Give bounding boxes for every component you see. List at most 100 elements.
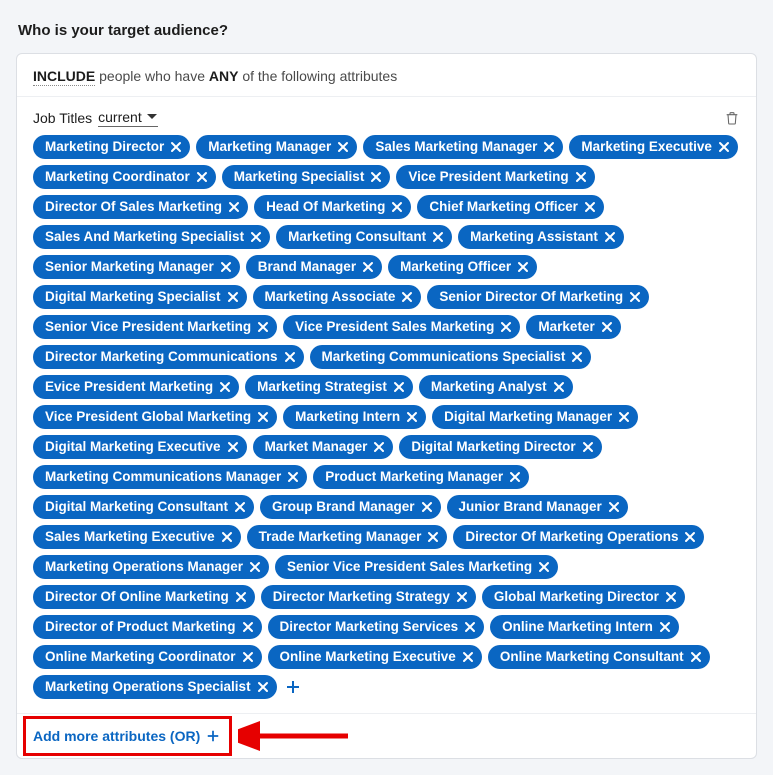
chip[interactable]: Brand Manager	[246, 255, 382, 279]
chip[interactable]: Marketing Consultant	[276, 225, 452, 249]
chip-remove-button[interactable]	[456, 591, 468, 603]
chip[interactable]: Director Of Sales Marketing	[33, 195, 248, 219]
chip-remove-button[interactable]	[227, 291, 239, 303]
chip-remove-button[interactable]	[718, 141, 730, 153]
chip-remove-button[interactable]	[604, 231, 616, 243]
chip-remove-button[interactable]	[228, 201, 240, 213]
chip[interactable]: Online Marketing Coordinator	[33, 645, 262, 669]
chip-remove-button[interactable]	[517, 261, 529, 273]
chip[interactable]: Director Marketing Strategy	[261, 585, 476, 609]
chip[interactable]: Junior Brand Manager	[447, 495, 628, 519]
chip-remove-button[interactable]	[287, 471, 299, 483]
chip[interactable]: Digital Marketing Executive	[33, 435, 247, 459]
chip-remove-button[interactable]	[196, 171, 208, 183]
chip[interactable]: Marketing Intern	[283, 405, 426, 429]
chip[interactable]: Senior Vice President Sales Marketing	[275, 555, 558, 579]
chip[interactable]: Vice President Sales Marketing	[283, 315, 520, 339]
chip[interactable]: Director Marketing Services	[268, 615, 485, 639]
chip[interactable]: Marketing Executive	[569, 135, 738, 159]
chip-remove-button[interactable]	[257, 411, 269, 423]
scope-dropdown[interactable]: current	[98, 109, 158, 127]
chip-remove-button[interactable]	[462, 651, 474, 663]
chip[interactable]: Digital Marketing Specialist	[33, 285, 247, 309]
chip[interactable]: Digital Marketing Consultant	[33, 495, 254, 519]
chip[interactable]: Market Manager	[253, 435, 394, 459]
chip-remove-button[interactable]	[391, 201, 403, 213]
chip[interactable]: Chief Marketing Officer	[417, 195, 604, 219]
chip[interactable]: Sales Marketing Manager	[363, 135, 563, 159]
chip-remove-button[interactable]	[432, 231, 444, 243]
chip[interactable]: Vice President Global Marketing	[33, 405, 277, 429]
chip[interactable]: Sales And Marketing Specialist	[33, 225, 270, 249]
chip-remove-button[interactable]	[582, 441, 594, 453]
chip-remove-button[interactable]	[464, 621, 476, 633]
chip-remove-button[interactable]	[257, 321, 269, 333]
chip[interactable]: Digital Marketing Director	[399, 435, 601, 459]
chip-remove-button[interactable]	[337, 141, 349, 153]
chip-remove-button[interactable]	[500, 321, 512, 333]
delete-criteria-button[interactable]	[724, 110, 740, 126]
chip-remove-button[interactable]	[219, 381, 231, 393]
chip-remove-button[interactable]	[373, 441, 385, 453]
chip-remove-button[interactable]	[221, 531, 233, 543]
chip[interactable]: Marketing Operations Specialist	[33, 675, 277, 699]
chip[interactable]: Digital Marketing Manager	[432, 405, 638, 429]
chip-remove-button[interactable]	[584, 201, 596, 213]
add-attributes-button[interactable]: Add more attributes (OR)	[33, 728, 220, 744]
chip-remove-button[interactable]	[608, 501, 620, 513]
chip[interactable]: Marketing Specialist	[222, 165, 391, 189]
chip-remove-button[interactable]	[575, 171, 587, 183]
chip[interactable]: Online Marketing Intern	[490, 615, 679, 639]
chip[interactable]: Director Marketing Communications	[33, 345, 304, 369]
chip-remove-button[interactable]	[234, 501, 246, 513]
chip[interactable]: Senior Vice President Marketing	[33, 315, 277, 339]
chip-remove-button[interactable]	[601, 321, 613, 333]
chip[interactable]: Online Marketing Executive	[268, 645, 482, 669]
chip-remove-button[interactable]	[629, 291, 641, 303]
chip-remove-button[interactable]	[249, 561, 261, 573]
chip-remove-button[interactable]	[284, 351, 296, 363]
chip-remove-button[interactable]	[227, 441, 239, 453]
chip[interactable]: Group Brand Manager	[260, 495, 441, 519]
chip[interactable]: Online Marketing Consultant	[488, 645, 710, 669]
chip[interactable]: Marketing Coordinator	[33, 165, 216, 189]
chip-remove-button[interactable]	[690, 651, 702, 663]
chip-remove-button[interactable]	[170, 141, 182, 153]
chip-remove-button[interactable]	[553, 381, 565, 393]
chip[interactable]: Senior Marketing Manager	[33, 255, 240, 279]
chip-remove-button[interactable]	[543, 141, 555, 153]
add-chip-button[interactable]	[283, 677, 303, 697]
chip[interactable]: Marketing Manager	[196, 135, 357, 159]
chip-remove-button[interactable]	[571, 351, 583, 363]
chip-remove-button[interactable]	[362, 261, 374, 273]
chip[interactable]: Marketing Strategist	[245, 375, 413, 399]
chip-remove-button[interactable]	[220, 261, 232, 273]
chip-remove-button[interactable]	[235, 591, 247, 603]
chip[interactable]: Marketer	[526, 315, 620, 339]
chip[interactable]: Marketing Analyst	[419, 375, 573, 399]
chip[interactable]: Director of Product Marketing	[33, 615, 262, 639]
chip[interactable]: Marketing Communications Specialist	[310, 345, 592, 369]
chip[interactable]: Global Marketing Director	[482, 585, 685, 609]
chip-remove-button[interactable]	[257, 681, 269, 693]
chip[interactable]: Marketing Officer	[388, 255, 537, 279]
chip[interactable]: Marketing Director	[33, 135, 190, 159]
chip-remove-button[interactable]	[401, 291, 413, 303]
chip-remove-button[interactable]	[538, 561, 550, 573]
chip[interactable]: Senior Director Of Marketing	[427, 285, 649, 309]
chip-remove-button[interactable]	[659, 621, 671, 633]
chip[interactable]: Head Of Marketing	[254, 195, 411, 219]
chip-remove-button[interactable]	[684, 531, 696, 543]
chip-remove-button[interactable]	[618, 411, 630, 423]
chip-remove-button[interactable]	[242, 651, 254, 663]
chip-remove-button[interactable]	[509, 471, 521, 483]
chip[interactable]: Marketing Associate	[253, 285, 422, 309]
chip[interactable]: Evice President Marketing	[33, 375, 239, 399]
chip[interactable]: Product Marketing Manager	[313, 465, 529, 489]
chip-remove-button[interactable]	[427, 531, 439, 543]
chip-remove-button[interactable]	[406, 411, 418, 423]
chip[interactable]: Vice President Marketing	[396, 165, 594, 189]
chip-remove-button[interactable]	[370, 171, 382, 183]
chip-remove-button[interactable]	[393, 381, 405, 393]
chip[interactable]: Marketing Operations Manager	[33, 555, 269, 579]
